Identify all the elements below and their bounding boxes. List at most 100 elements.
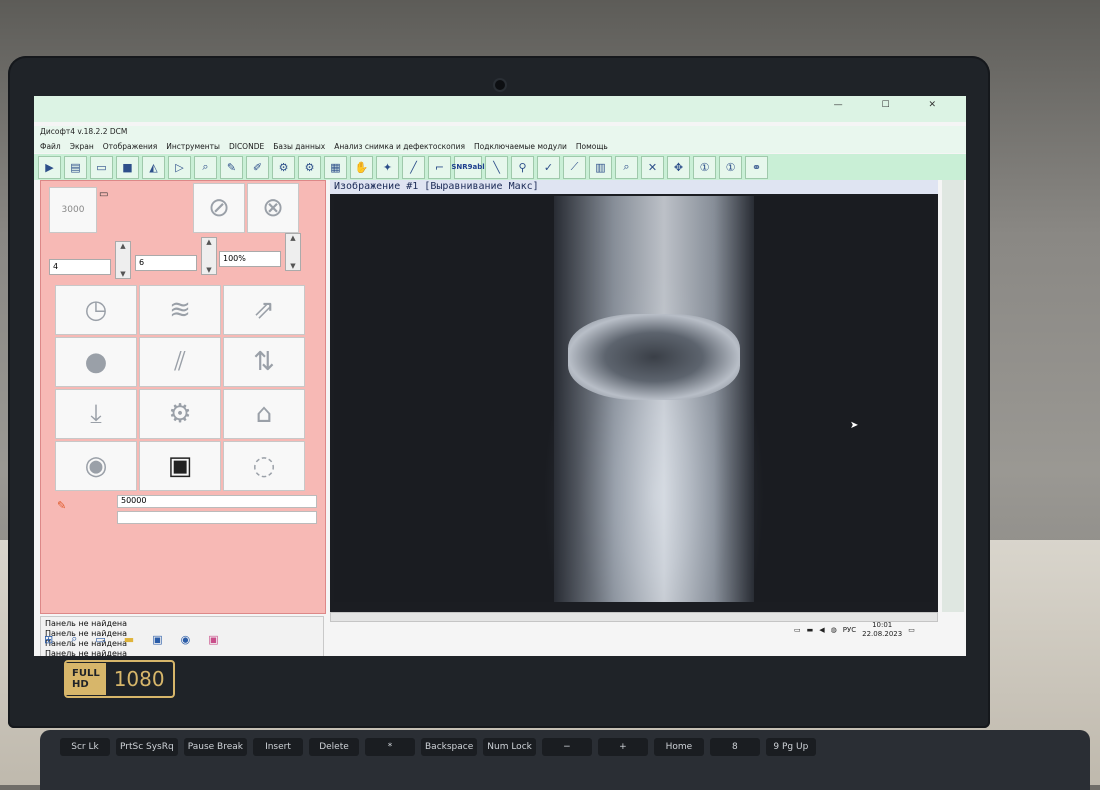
angle-icon[interactable]: ⌐ <box>428 155 451 179</box>
toolbar: ▶ ▤ ▭ ■ ◭ ▷ ⌕ ✎ ✐ ⚙ ⚙ ▦ ✋ ✦ ╱ ⌐ SNR 9abl … <box>34 154 966 180</box>
keyboard-key: Scr Lk <box>60 738 110 756</box>
value-field[interactable]: 50000 <box>117 495 317 508</box>
window-controls[interactable]: — ☐ ✕ <box>834 100 954 110</box>
growth-chart-icon[interactable]: ⇗ <box>223 285 305 335</box>
counter-gear-button[interactable]: 3000 <box>49 187 97 233</box>
hide-eye-icon[interactable]: ⊘ <box>193 183 245 233</box>
search-icon[interactable]: ⌕ <box>615 155 638 179</box>
windows-start-icon[interactable]: ⊞ <box>44 633 53 646</box>
history-icon[interactable]: ◷ <box>55 285 137 335</box>
layers-icon[interactable]: ▦ <box>324 155 347 179</box>
battery-icon: ▭ <box>99 189 109 200</box>
keyboard-key: Num Lock <box>483 738 536 756</box>
cross-icon[interactable]: ✕ <box>641 155 664 179</box>
app-title-bar: Дисофт4 v.18.2.2 DCM <box>34 126 966 139</box>
window-titlebar: — ☐ ✕ <box>34 96 966 122</box>
radiograph-image[interactable]: ➤ <box>334 196 934 602</box>
spin-1-arrows[interactable]: ▲ ▼ <box>115 241 131 279</box>
keyboard-key: Delete <box>309 738 359 756</box>
sort-icon[interactable]: ⇅ <box>223 337 305 387</box>
settings-gear-icon[interactable]: ⚙ <box>139 389 221 439</box>
keyboard-key: 8 <box>709 738 760 756</box>
check-icon[interactable]: ✓ <box>537 155 560 179</box>
language-indicator[interactable]: РУС <box>843 626 856 634</box>
spin-2-arrows[interactable]: ▲ ▼ <box>201 237 217 275</box>
scale-1-icon[interactable]: ① <box>693 155 716 179</box>
spin-field-1[interactable]: 4 <box>49 259 111 275</box>
brush-icon[interactable]: ✐ <box>246 155 269 179</box>
graph-icon[interactable]: ⟋ <box>563 155 586 179</box>
play-icon[interactable]: ▶ <box>38 155 61 179</box>
router-icon[interactable]: ⌂ <box>223 389 305 439</box>
image-viewer[interactable]: Изображение #1 [Выравнивание Макс] ➤ <box>330 180 938 612</box>
globe-icon[interactable]: ◍ <box>831 626 837 634</box>
pen-icon[interactable]: ✎ <box>220 155 243 179</box>
menu-item[interactable]: Файл <box>40 142 61 151</box>
keyboard-key: − <box>541 738 592 756</box>
download-icon[interactable]: ⤓ <box>55 389 137 439</box>
spin-field-2[interactable]: 6 <box>135 255 197 271</box>
weld-seam <box>568 314 740 400</box>
keyboard-icon[interactable]: ▭ <box>794 626 801 634</box>
task-view-icon[interactable]: ▭ <box>95 633 105 646</box>
gear-icon[interactable]: ⚙ <box>272 155 295 179</box>
menu-item[interactable]: Анализ снимка и дефектоскопия <box>334 142 465 151</box>
line-tool-icon[interactable]: ╲ <box>485 155 508 179</box>
file-explorer-icon[interactable]: ▬ <box>124 633 134 646</box>
keyboard-key: PrtSc SysRq <box>116 738 178 756</box>
zoom-arrows[interactable]: ▲ ▼ <box>285 233 301 271</box>
app-taskbar-icon[interactable]: ▣ <box>208 633 218 646</box>
open-folder-icon[interactable]: ▭ <box>90 155 113 179</box>
search-taskbar-icon[interactable]: ⌕ <box>71 632 77 646</box>
chat-bubble-icon[interactable]: ◌ <box>223 441 305 491</box>
clock[interactable]: 10:01 22.08.2023 <box>862 621 902 639</box>
edge-browser-icon[interactable]: ◉ <box>181 633 191 646</box>
menu-item[interactable]: Помощь <box>576 142 608 151</box>
triangle-icon[interactable]: ◭ <box>142 155 165 179</box>
zoom-field[interactable]: 100% <box>219 251 281 267</box>
screen: — ☐ ✕ Дисофт4 v.18.2.2 DCM Файл Экран Отоб… <box>34 96 966 656</box>
gear2-icon[interactable]: ⚙ <box>298 155 321 179</box>
record-circle-icon[interactable]: ● <box>55 337 137 387</box>
menu-bar: Файл Экран Отображения Инструменты DICONDE Ба… <box>34 139 966 153</box>
zoom-icon[interactable]: ⌕ <box>194 155 217 179</box>
speaker-icon[interactable]: ◀ <box>819 626 824 634</box>
menu-item[interactable]: Подключаемые модули <box>474 142 567 151</box>
move-icon[interactable]: ✥ <box>667 155 690 179</box>
binoculars-icon[interactable]: ⚭ <box>745 155 768 179</box>
hand-icon[interactable]: ✋ <box>350 155 373 179</box>
pencil-icon[interactable]: ✎ <box>57 499 66 512</box>
ruler-icon[interactable]: ╱ <box>402 155 425 179</box>
close-circle-icon[interactable]: ⊗ <box>247 183 299 233</box>
spoon-icon[interactable]: ⚲ <box>511 155 534 179</box>
menu-item[interactable]: Базы данных <box>273 142 325 151</box>
vertical-scrollbar[interactable] <box>942 180 964 612</box>
menu-item[interactable]: Экран <box>70 142 94 151</box>
keyboard-key: + <box>597 738 648 756</box>
fullhd-badge: FULL HD 1080 <box>64 660 175 698</box>
keyboard-key: Home <box>653 738 704 756</box>
battery-tray-icon[interactable]: ▬ <box>807 626 814 634</box>
camera-icon[interactable]: ◉ <box>55 441 137 491</box>
menu-item[interactable]: Инструменты <box>166 142 220 151</box>
image-title: Изображение #1 [Выравнивание Макс] <box>330 180 938 194</box>
snr-button[interactable]: SNR 9abl <box>451 155 485 179</box>
notification-icon[interactable]: ▭ <box>908 626 915 634</box>
save-icon[interactable]: ■ <box>116 155 139 179</box>
system-tray: ▭ ▬ ◀ ◍ РУС 10:01 22.08.2023 ▭ <box>794 618 966 642</box>
floppy-save-icon[interactable]: ▣ <box>139 441 221 491</box>
app-title: Дисофт4 v.18.2.2 DCM <box>40 127 128 136</box>
resolution-label: 1080 <box>113 667 165 691</box>
value-field-2[interactable] <box>117 511 317 524</box>
forward-icon[interactable]: ▷ <box>168 155 191 179</box>
menu-item[interactable]: Отображения <box>103 142 158 151</box>
chart-icon[interactable]: ▥ <box>589 155 612 179</box>
store-icon[interactable]: ▣ <box>152 633 162 646</box>
new-file-icon[interactable]: ▤ <box>64 155 87 179</box>
layers-stack-icon[interactable]: ≋ <box>139 285 221 335</box>
keyboard-key: Insert <box>253 738 303 756</box>
magic-wand-icon[interactable]: ✦ <box>376 155 399 179</box>
slash-tool-icon[interactable]: ⫽ <box>139 337 221 387</box>
scale-2-icon[interactable]: ① <box>719 155 742 179</box>
menu-item[interactable]: DICONDE <box>229 142 264 151</box>
